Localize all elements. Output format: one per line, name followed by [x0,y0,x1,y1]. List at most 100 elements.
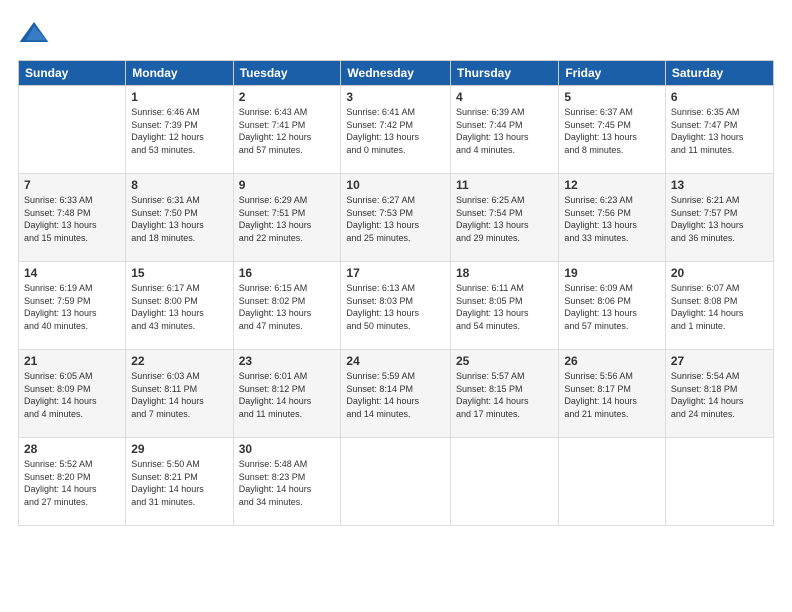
cell-day-number: 1 [131,90,227,104]
header-cell-monday: Monday [126,61,233,86]
header-cell-thursday: Thursday [451,61,559,86]
week-row-1: 1 Sunrise: 6:46 AM Sunset: 7:39 PM Daylig… [19,86,774,174]
cell-day-number: 13 [671,178,768,192]
calendar-cell: 6 Sunrise: 6:35 AM Sunset: 7:47 PM Daylig… [665,86,773,174]
cell-day-number: 18 [456,266,553,280]
cell-day-number: 20 [671,266,768,280]
cell-day-number: 29 [131,442,227,456]
cell-info: Sunrise: 6:09 AM Sunset: 8:06 PM Dayligh… [564,282,660,332]
cell-info: Sunrise: 6:35 AM Sunset: 7:47 PM Dayligh… [671,106,768,156]
cell-info: Sunrise: 6:41 AM Sunset: 7:42 PM Dayligh… [346,106,445,156]
cell-info: Sunrise: 6:01 AM Sunset: 8:12 PM Dayligh… [239,370,336,420]
cell-info: Sunrise: 5:59 AM Sunset: 8:14 PM Dayligh… [346,370,445,420]
calendar-cell: 25 Sunrise: 5:57 AM Sunset: 8:15 PM Dayli… [451,350,559,438]
calendar-cell [341,438,451,526]
cell-info: Sunrise: 5:52 AM Sunset: 8:20 PM Dayligh… [24,458,120,508]
logo-icon [18,18,50,50]
header-cell-saturday: Saturday [665,61,773,86]
cell-day-number: 21 [24,354,120,368]
header-cell-tuesday: Tuesday [233,61,341,86]
cell-info: Sunrise: 6:39 AM Sunset: 7:44 PM Dayligh… [456,106,553,156]
calendar-cell: 4 Sunrise: 6:39 AM Sunset: 7:44 PM Daylig… [451,86,559,174]
cell-day-number: 30 [239,442,336,456]
cell-info: Sunrise: 6:25 AM Sunset: 7:54 PM Dayligh… [456,194,553,244]
calendar-cell: 13 Sunrise: 6:21 AM Sunset: 7:57 PM Dayli… [665,174,773,262]
cell-day-number: 28 [24,442,120,456]
calendar-cell: 10 Sunrise: 6:27 AM Sunset: 7:53 PM Dayli… [341,174,451,262]
cell-info: Sunrise: 6:37 AM Sunset: 7:45 PM Dayligh… [564,106,660,156]
cell-day-number: 6 [671,90,768,104]
week-row-3: 14Sunrise: 6:19 AM Sunset: 7:59 PM Dayli… [19,262,774,350]
calendar-cell: 28 Sunrise: 5:52 AM Sunset: 8:20 PM Dayli… [19,438,126,526]
cell-info: Sunrise: 6:33 AM Sunset: 7:48 PM Dayligh… [24,194,120,244]
cell-info: Sunrise: 5:57 AM Sunset: 8:15 PM Dayligh… [456,370,553,420]
header-cell-friday: Friday [559,61,666,86]
header [18,18,774,50]
cell-info: Sunrise: 6:07 AM Sunset: 8:08 PM Dayligh… [671,282,768,332]
calendar-cell: 16 Sunrise: 6:15 AM Sunset: 8:02 PM Dayli… [233,262,341,350]
week-row-2: 7 Sunrise: 6:33 AM Sunset: 7:48 PM Daylig… [19,174,774,262]
calendar-cell: 24 Sunrise: 5:59 AM Sunset: 8:14 PM Dayli… [341,350,451,438]
calendar-cell [451,438,559,526]
cell-info: Sunrise: 6:21 AM Sunset: 7:57 PM Dayligh… [671,194,768,244]
cell-day-number: 2 [239,90,336,104]
cell-day-number: 23 [239,354,336,368]
cell-day-number: 25 [456,354,553,368]
calendar-cell: 23 Sunrise: 6:01 AM Sunset: 8:12 PM Dayli… [233,350,341,438]
cell-day-number: 24 [346,354,445,368]
cell-info: Sunrise: 6:03 AM Sunset: 8:11 PM Dayligh… [131,370,227,420]
cell-day-number: 15 [131,266,227,280]
cell-info: Sunrise: 6:43 AM Sunset: 7:41 PM Dayligh… [239,106,336,156]
cell-day-number: 14 [24,266,120,280]
cell-info: Sunrise: 5:50 AM Sunset: 8:21 PM Dayligh… [131,458,227,508]
cell-info: Sunrise: 6:13 AM Sunset: 8:03 PM Dayligh… [346,282,445,332]
calendar-cell [665,438,773,526]
week-row-5: 28 Sunrise: 5:52 AM Sunset: 8:20 PM Dayli… [19,438,774,526]
calendar-cell: 9 Sunrise: 6:29 AM Sunset: 7:51 PM Daylig… [233,174,341,262]
calendar-cell: 12 Sunrise: 6:23 AM Sunset: 7:56 PM Dayli… [559,174,666,262]
cell-day-number: 10 [346,178,445,192]
calendar-cell: 27 Sunrise: 5:54 AM Sunset: 8:18 PM Dayli… [665,350,773,438]
cell-day-number: 11 [456,178,553,192]
cell-info: Sunrise: 5:48 AM Sunset: 8:23 PM Dayligh… [239,458,336,508]
calendar-cell: 14Sunrise: 6:19 AM Sunset: 7:59 PM Dayli… [19,262,126,350]
calendar-cell: 5 Sunrise: 6:37 AM Sunset: 7:45 PM Daylig… [559,86,666,174]
cell-info: Sunrise: 6:15 AM Sunset: 8:02 PM Dayligh… [239,282,336,332]
cell-info: Sunrise: 5:56 AM Sunset: 8:17 PM Dayligh… [564,370,660,420]
calendar-cell: 15 Sunrise: 6:17 AM Sunset: 8:00 PM Dayli… [126,262,233,350]
header-row: SundayMondayTuesdayWednesdayThursdayFrid… [19,61,774,86]
cell-info: Sunrise: 6:11 AM Sunset: 8:05 PM Dayligh… [456,282,553,332]
week-row-4: 21Sunrise: 6:05 AM Sunset: 8:09 PM Dayli… [19,350,774,438]
cell-info: Sunrise: 6:29 AM Sunset: 7:51 PM Dayligh… [239,194,336,244]
cell-info: Sunrise: 6:23 AM Sunset: 7:56 PM Dayligh… [564,194,660,244]
cell-day-number: 7 [24,178,120,192]
calendar-cell: 17Sunrise: 6:13 AM Sunset: 8:03 PM Dayli… [341,262,451,350]
cell-day-number: 19 [564,266,660,280]
logo [18,18,54,50]
cell-info: Sunrise: 5:54 AM Sunset: 8:18 PM Dayligh… [671,370,768,420]
calendar-cell: 7 Sunrise: 6:33 AM Sunset: 7:48 PM Daylig… [19,174,126,262]
calendar-table: SundayMondayTuesdayWednesdayThursdayFrid… [18,60,774,526]
cell-day-number: 27 [671,354,768,368]
cell-day-number: 5 [564,90,660,104]
cell-info: Sunrise: 6:46 AM Sunset: 7:39 PM Dayligh… [131,106,227,156]
cell-day-number: 12 [564,178,660,192]
calendar-cell: 19 Sunrise: 6:09 AM Sunset: 8:06 PM Dayli… [559,262,666,350]
calendar-cell: 30 Sunrise: 5:48 AM Sunset: 8:23 PM Dayli… [233,438,341,526]
page: SundayMondayTuesdayWednesdayThursdayFrid… [0,0,792,612]
calendar-cell: 3 Sunrise: 6:41 AM Sunset: 7:42 PM Daylig… [341,86,451,174]
cell-day-number: 8 [131,178,227,192]
header-cell-sunday: Sunday [19,61,126,86]
calendar-cell: 26Sunrise: 5:56 AM Sunset: 8:17 PM Dayli… [559,350,666,438]
cell-day-number: 16 [239,266,336,280]
cell-info: Sunrise: 6:27 AM Sunset: 7:53 PM Dayligh… [346,194,445,244]
calendar-body: 1 Sunrise: 6:46 AM Sunset: 7:39 PM Daylig… [19,86,774,526]
calendar-cell: 2 Sunrise: 6:43 AM Sunset: 7:41 PM Daylig… [233,86,341,174]
calendar-cell: 11 Sunrise: 6:25 AM Sunset: 7:54 PM Dayli… [451,174,559,262]
calendar-cell: 20 Sunrise: 6:07 AM Sunset: 8:08 PM Dayli… [665,262,773,350]
cell-day-number: 4 [456,90,553,104]
cell-day-number: 9 [239,178,336,192]
cell-day-number: 3 [346,90,445,104]
cell-info: Sunrise: 6:17 AM Sunset: 8:00 PM Dayligh… [131,282,227,332]
calendar-header: SundayMondayTuesdayWednesdayThursdayFrid… [19,61,774,86]
